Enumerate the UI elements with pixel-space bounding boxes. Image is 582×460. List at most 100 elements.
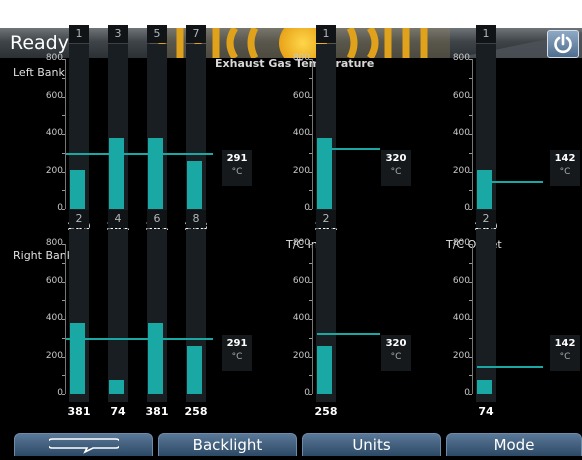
right-bank-tick-mark [62,394,65,395]
left-bank-cylinder-label: 1 [69,25,89,43]
tc-inlet-2-minor-tick [309,300,312,302]
tc-outlet-2-minor-tick [469,300,472,302]
tc-outlet-2-value: 74 [478,405,494,418]
right-bank-average-box-value: 291 [226,338,248,349]
tc-inlet-1-setpoint-box-value: 320 [385,153,407,164]
right-bank-cylinder-fill [70,322,85,394]
tc-outlet-1-setpoint-line [477,181,543,184]
tc-outlet-2-label: 2 [476,210,496,228]
tc-outlet-1-tick-mark [469,59,472,60]
tc-outlet-1-tick-mark [469,171,472,173]
tc-outlet-2-tick-label: 800 [452,238,470,248]
tc-outlet-1-tick-label: 200 [452,165,470,176]
tc-outlet-1-setpoint-box-value: 142 [554,153,576,164]
left-bank-minor-tick [62,77,65,79]
right-bank-average-box-unit: °C [231,352,243,362]
tc-outlet-2-minor-tick [469,262,472,264]
tc-inlet-2-setpoint-box-value: 320 [385,338,407,349]
mode-button[interactable]: Mode [446,433,582,456]
left-bank-minor-tick [62,115,65,117]
right-bank-tick-label: 200 [45,350,63,361]
right-bank-axis [65,244,66,394]
tc-outlet-1-minor-tick [469,115,472,117]
tc-inlet-2-fill [317,345,332,394]
tc-outlet-1-minor-tick [469,152,472,154]
display-screen: Ready Exhaust Gas Temperature Left Bank … [0,25,582,456]
right-bank-average-line [66,338,213,341]
right-bank-average-box: 291 °C [222,335,252,371]
right-bank-tick-label: 400 [45,313,63,323]
right-bank-cylinder-value: 258 [184,405,208,418]
tc-outlet-1-fill [477,169,492,209]
backlight-button[interactable]: Backlight [158,433,297,456]
tc-outlet-1-setpoint-box-unit: °C [559,167,571,177]
left-bank-tick-mark [62,96,65,98]
tc-inlet-2-setpoint-box-unit: °C [390,352,402,362]
left-bank-average-box-value: 291 [226,153,248,164]
tc-outlet-2-setpoint-box-unit: °C [559,352,571,362]
tc-outlet-2-tick-mark [469,244,472,245]
status-text: Ready [10,32,69,54]
tc-outlet-2-tick-label: 0 [464,388,470,398]
tc-inlet-1-minor-tick [309,115,312,117]
right-bank-cylinder-label: 2 [69,210,89,228]
tc-outlet-1-tick-label: 0 [464,203,470,213]
softkey-1[interactable] [14,433,153,456]
right-bank-tick-label: 0 [57,388,63,398]
right-bank-cylinder-value: 74 [110,405,126,418]
right-bank-tick-mark [62,319,65,320]
tc-outlet-2-setpoint-line [477,366,543,369]
tc-inlet-2-minor-tick [309,262,312,264]
tc-outlet-1-tick-label: 600 [452,90,470,101]
tc-outlet-2-setpoint-box-value: 142 [554,338,576,349]
tc-outlet-1-tick-mark [469,209,472,210]
tc-inlet-1-tick-label: 200 [292,165,310,176]
tc-outlet-1-tick-label: 400 [452,128,470,138]
right-bank-cylinder-fill [187,345,202,394]
right-bank-minor-tick [62,375,65,377]
tc-inlet-1-tick-mark [309,96,312,98]
tc-outlet-2-tick-label: 600 [452,275,470,286]
tc-inlet-2-tick-mark [309,319,312,320]
left-bank-tick-label: 600 [45,90,63,101]
tc-inlet-1-setpoint-box: 320 °C [381,150,411,186]
left-bank-average-line [66,153,213,156]
right-bank-tick-mark [62,244,65,245]
tc-inlet-1-tick-mark [309,171,312,173]
tc-outlet-1-label: 1 [476,25,496,43]
left-bank-cylinder-label: 7 [186,25,206,43]
tc-inlet-2-minor-tick [309,337,312,339]
tc-inlet-1-tick-mark [309,209,312,210]
tc-outlet-1-axis [472,59,473,209]
tc-inlet-1-setpoint-line [317,148,380,150]
tc-inlet-2-tick-label: 600 [292,275,310,286]
tc-inlet-1-setpoint-box-unit: °C [390,167,402,177]
tc-inlet-2-tick-mark [309,281,312,283]
tc-inlet-2-tick-label: 400 [292,313,310,323]
tc-inlet-2-tick-label: 200 [292,350,310,361]
tc-inlet-2-tick-label: 800 [292,238,310,248]
tc-inlet-2-tick-label: 0 [304,388,310,398]
left-bank-minor-tick [62,152,65,154]
units-button[interactable]: Units [302,433,441,456]
tc-inlet-2-axis [312,244,313,394]
left-bank-tick-mark [62,209,65,210]
power-button[interactable] [547,30,579,58]
tc-inlet-1-tick-label: 400 [292,128,310,138]
left-bank-tick-mark [62,171,65,173]
left-bank-tick-mark [62,59,65,60]
tc-inlet-1-minor-tick [309,152,312,154]
right-bank-cylinder-label: 4 [108,210,128,228]
right-bank-cylinder-track [108,229,128,402]
tc-inlet-1-tick-label: 600 [292,90,310,101]
left-bank-tick-label: 0 [57,203,63,213]
tc-inlet-1-label: 1 [316,25,336,43]
right-bank-cylinder-value: 381 [145,405,169,418]
left-bank-cylinder-label: 5 [147,25,167,43]
tc-inlet-1-minor-tick [309,190,312,192]
tc-outlet-2-minor-tick [469,337,472,339]
left-bank-cylinder-fill [148,137,163,209]
right-bank-cylinder-value: 381 [67,405,91,418]
left-bank-tick-label: 200 [45,165,63,176]
tc-outlet-2-track [476,229,496,402]
